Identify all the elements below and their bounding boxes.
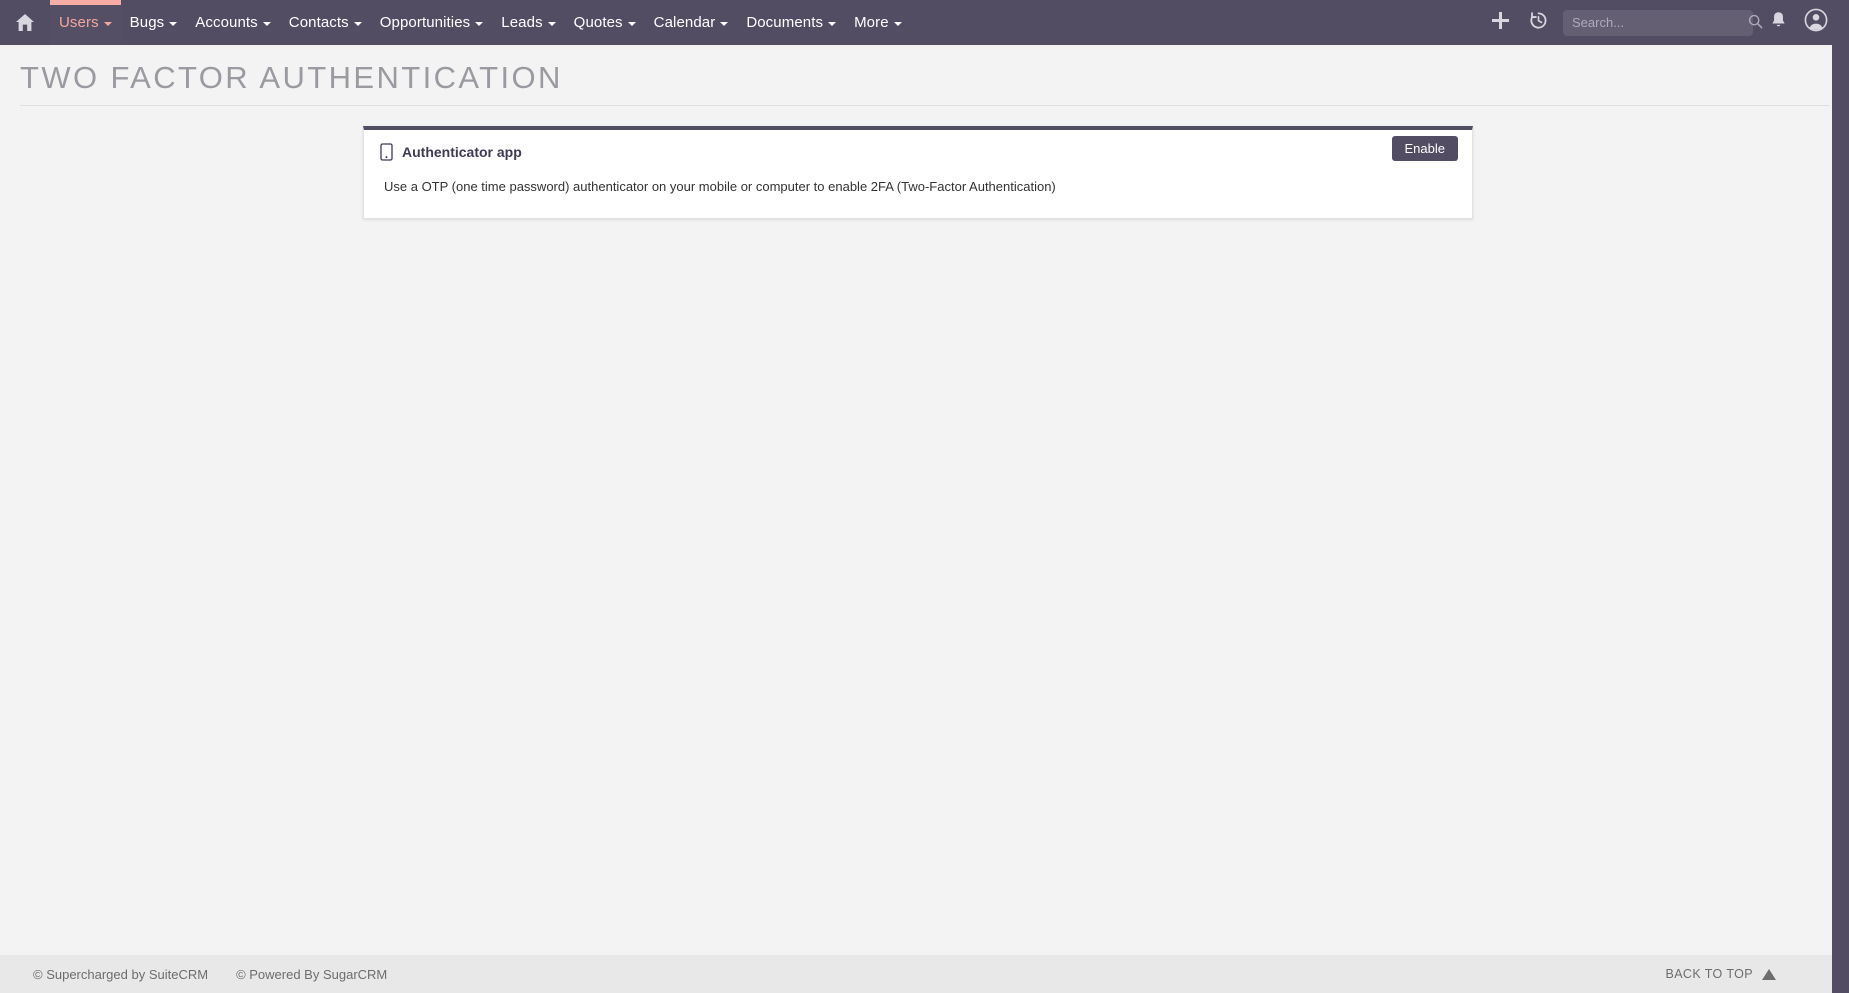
mobile-phone-icon — [378, 143, 394, 161]
nav-item-opportunities[interactable]: Opportunities — [371, 0, 493, 45]
page-header: TWO FACTOR AUTHENTICATION — [0, 45, 1849, 106]
profile-button[interactable] — [1797, 0, 1835, 45]
panel-header: Authenticator app Enable — [364, 130, 1472, 168]
nav-item-label: Calendar — [654, 14, 716, 31]
main-content: Authenticator app Enable Use a OTP (one … — [0, 106, 1849, 936]
home-icon — [15, 13, 35, 32]
nav-item-label: Documents — [746, 14, 823, 31]
nav-item-calendar[interactable]: Calendar — [645, 0, 738, 45]
chevron-down-icon — [475, 22, 483, 26]
quick-create-button[interactable] — [1481, 0, 1519, 45]
chevron-down-icon — [628, 22, 636, 26]
bell-icon — [1770, 11, 1787, 34]
home-button[interactable] — [0, 0, 50, 45]
plus-icon — [1491, 11, 1510, 35]
chevron-down-icon — [104, 22, 112, 26]
nav-item-documents[interactable]: Documents — [737, 0, 845, 45]
page-title: TWO FACTOR AUTHENTICATION — [20, 59, 1829, 97]
back-to-top-button[interactable]: BACK TO TOP — [1665, 967, 1776, 981]
chevron-down-icon — [169, 22, 177, 26]
history-clock-icon — [1529, 11, 1548, 35]
chevron-down-icon — [894, 22, 902, 26]
nav-item-users[interactable]: Users — [50, 0, 121, 45]
chevron-down-icon — [548, 22, 556, 26]
nav-item-accounts[interactable]: Accounts — [186, 0, 280, 45]
nav-item-label: Leads — [501, 14, 542, 31]
nav-item-leads[interactable]: Leads — [492, 0, 564, 45]
panel-body: Use a OTP (one time password) authentica… — [364, 168, 1472, 218]
panel-title: Authenticator app — [402, 144, 522, 160]
scrollbar-gutter[interactable] — [1832, 45, 1849, 993]
nav-item-label: Bugs — [130, 14, 165, 31]
nav-item-more[interactable]: More — [845, 0, 911, 45]
nav-item-contacts[interactable]: Contacts — [280, 0, 371, 45]
nav-item-label: Opportunities — [380, 14, 471, 31]
search-input[interactable] — [1572, 15, 1748, 30]
nav-item-label: More — [854, 14, 889, 31]
triangle-up-icon — [1762, 969, 1776, 980]
nav-item-label: Users — [59, 14, 99, 31]
nav-item-label: Accounts — [195, 14, 258, 31]
notifications-button[interactable] — [1759, 0, 1797, 45]
nav-item-bugs[interactable]: Bugs — [121, 0, 187, 45]
footer-sugarcrm-link[interactable]: © Powered By SugarCRM — [236, 967, 387, 982]
back-to-top-label: BACK TO TOP — [1665, 967, 1753, 981]
recently-viewed-button[interactable] — [1519, 0, 1557, 45]
navbar-menu: Users Bugs Accounts Contacts Opportuniti… — [0, 0, 911, 45]
panel-description: Use a OTP (one time password) authentica… — [384, 178, 1458, 196]
chevron-down-icon — [354, 22, 362, 26]
page-footer: © Supercharged by SuiteCRM © Powered By … — [0, 955, 1849, 993]
authenticator-app-panel: Authenticator app Enable Use a OTP (one … — [363, 126, 1473, 219]
chevron-down-icon — [720, 22, 728, 26]
navbar-actions — [1481, 0, 1849, 45]
enable-button[interactable]: Enable — [1392, 136, 1458, 161]
footer-suitecrm-link[interactable]: © Supercharged by SuiteCRM — [33, 967, 208, 982]
top-navbar: Users Bugs Accounts Contacts Opportuniti… — [0, 0, 1849, 45]
user-avatar-icon — [1804, 8, 1828, 37]
nav-item-label: Contacts — [289, 14, 349, 31]
search-box[interactable] — [1563, 10, 1753, 36]
chevron-down-icon — [828, 22, 836, 26]
chevron-down-icon — [263, 22, 271, 26]
nav-item-label: Quotes — [574, 14, 623, 31]
nav-item-quotes[interactable]: Quotes — [565, 0, 645, 45]
